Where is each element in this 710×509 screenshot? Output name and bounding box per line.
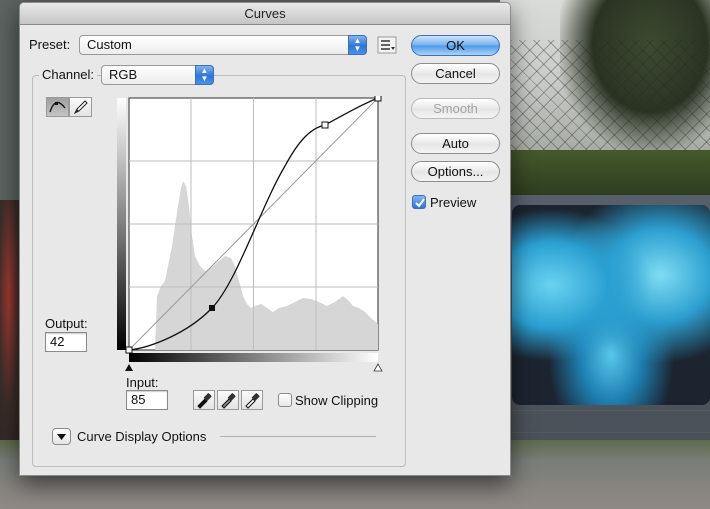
black-point-slider[interactable] (125, 364, 133, 371)
input-gradient-bar (129, 353, 378, 362)
channel-select[interactable]: RGB ▲ ▼ (101, 65, 214, 85)
preset-label: Preset: (29, 37, 71, 52)
output-field[interactable]: 42 (45, 332, 87, 352)
input-field[interactable]: 85 (126, 390, 168, 410)
curves-dialog: Curves Preset: Custom ▲ ▼ OK Cancel Smoot… (19, 2, 511, 476)
control-point[interactable] (321, 121, 329, 129)
eyedropper-gray-icon (221, 393, 236, 409)
eyedropper-white-icon (245, 393, 260, 409)
photo-graffiti (512, 205, 710, 405)
control-point-white[interactable] (374, 96, 382, 102)
photo-hedge (505, 150, 710, 200)
pencil-tool-icon (73, 100, 88, 115)
options-button[interactable]: Options... (411, 161, 500, 182)
curve-tool-icon (49, 101, 66, 113)
auto-button[interactable]: Auto (411, 133, 500, 154)
checkmark-icon (415, 198, 425, 208)
disclosure-triangle-icon (57, 434, 66, 440)
ok-button[interactable]: OK (411, 35, 500, 56)
preset-select[interactable]: Custom ▲ ▼ (79, 35, 367, 55)
output-label: Output: (45, 316, 88, 331)
preset-value: Custom (87, 37, 132, 52)
channel-label: Channel: (39, 67, 98, 82)
output-gradient-bar (117, 98, 126, 350)
control-point-black[interactable] (125, 346, 133, 354)
cancel-button[interactable]: Cancel (411, 63, 500, 84)
curve-display-options-label: Curve Display Options (77, 429, 207, 444)
preview-label: Preview (430, 195, 477, 210)
eyedropper-black-icon (197, 393, 212, 409)
curve-tool-button[interactable] (46, 97, 69, 117)
select-arrows-icon: ▲ ▼ (195, 65, 214, 85)
window-title: Curves (20, 3, 510, 25)
preset-options-icon[interactable] (377, 36, 397, 54)
preview-checkbox[interactable] (412, 195, 426, 209)
show-clipping-label: Show Clipping (295, 393, 379, 408)
white-eyedropper-button[interactable] (241, 390, 263, 410)
smooth-button[interactable]: Smooth (411, 98, 500, 119)
pencil-tool-button[interactable] (69, 97, 92, 117)
select-arrows-icon: ▲ ▼ (348, 35, 367, 55)
black-eyedropper-button[interactable] (193, 390, 215, 410)
show-clipping-checkbox[interactable] (278, 393, 292, 407)
curve-graph[interactable] (115, 96, 385, 376)
section-divider (220, 436, 376, 437)
gray-eyedropper-button[interactable] (217, 390, 239, 410)
control-point-selected[interactable] (209, 305, 215, 311)
input-label: Input: (126, 375, 159, 390)
channel-value: RGB (109, 67, 138, 82)
white-point-slider[interactable] (373, 363, 383, 372)
disclosure-button[interactable] (52, 428, 71, 445)
